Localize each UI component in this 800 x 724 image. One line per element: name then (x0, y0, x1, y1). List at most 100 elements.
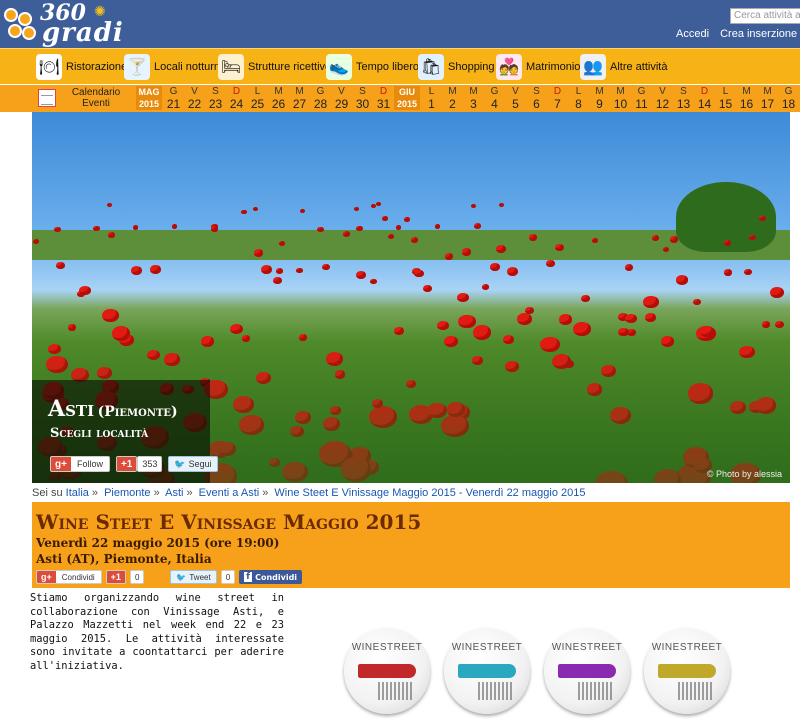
twitter-bird-icon: 🐦 (174, 458, 186, 469)
tweet-count: 0 (220, 570, 236, 584)
login-link[interactable]: Accedi (676, 28, 709, 40)
calendar-day[interactable]: S 13 (673, 86, 694, 110)
calendar-day[interactable]: M2 (442, 86, 463, 110)
category-label: Altre attività (610, 61, 668, 73)
calendar-icon[interactable] (38, 89, 56, 107)
calendar-day[interactable]: V 29 (331, 86, 352, 110)
calendar-day[interactable]: L 25 (247, 86, 268, 110)
calendar-day[interactable]: M 27 (289, 86, 310, 110)
calendar-day[interactable]: G4 (484, 86, 505, 110)
sun-icon: ✺ (94, 4, 106, 20)
calendar-day[interactable]: M9 (589, 86, 610, 110)
calendar-day[interactable]: M 16 (736, 86, 757, 110)
bottle-icon (458, 664, 516, 678)
poppy-flower (32, 238, 40, 244)
calendar-day[interactable]: M3 (463, 86, 484, 110)
create-listing-link[interactable]: Crea inserzione (720, 28, 797, 40)
category-wedding[interactable]: 💑 Matrimonio (496, 49, 580, 85)
calendar-day[interactable]: S 23 (205, 86, 226, 110)
category-nightlife[interactable]: 🍸 Locali notturni (124, 49, 223, 85)
category-leisure[interactable]: 👟 Tempo libero (326, 49, 419, 85)
poppy-flower (675, 274, 688, 285)
poppy-flower (79, 285, 92, 296)
calendar-day[interactable]: S 30 (352, 86, 373, 110)
region-name: (Piemonte) (97, 404, 178, 420)
breadcrumb-event[interactable]: Wine Steet E Vinissage Maggio 2015 - Ven… (274, 487, 585, 499)
gplus-one-button[interactable]: +1 (115, 456, 138, 472)
gplus-follow-button[interactable]: g+ Follow (50, 456, 110, 472)
calendar-day[interactable]: G 28 (310, 86, 331, 110)
poppy-flower (471, 203, 477, 208)
hero-city-title: Asti (Piemonte) (48, 396, 178, 422)
event-share-row: g+ Condividi +1 0 🐦 Tweet 0 f Condividi (36, 570, 303, 584)
calendar-day[interactable]: M 17 (757, 86, 778, 110)
category-restaurants[interactable]: 🍽 Ristorazione (36, 49, 127, 85)
choose-location-link[interactable]: Scegli località (50, 426, 148, 441)
poppy-flower (644, 313, 656, 323)
calendar-day[interactable]: M 10 (610, 86, 631, 110)
facebook-icon: f (244, 572, 253, 582)
search-input[interactable]: Cerca attività a (730, 8, 800, 24)
badge-text: WINESTREET (451, 642, 523, 653)
poppy-flower (414, 269, 424, 277)
calendar-day[interactable]: D 14 (694, 86, 715, 110)
poppy-flower (496, 245, 507, 253)
badge-text: WINESTREET (351, 642, 423, 653)
gplus-one-button[interactable]: +1 (105, 570, 126, 584)
calendar-day[interactable]: L 15 (715, 86, 736, 110)
category-accommodation[interactable]: 🛏 Strutture ricettive (218, 49, 331, 85)
breadcrumb-piemonte[interactable]: Piemonte (104, 487, 150, 499)
calendar-day[interactable]: G 18 (778, 86, 799, 110)
poppy-flower (404, 217, 411, 222)
poppy-flower (743, 268, 752, 276)
calendar-month[interactable]: GIU 2015 (394, 86, 420, 110)
poppy-flower (723, 269, 733, 277)
poppy-flower (356, 225, 363, 231)
event-calendar-strip: Calendario Eventi MAG 2015 G 21 V 22 S 23 D 24 L 25… (0, 84, 800, 112)
badge-item[interactable]: WINESTREET (644, 628, 730, 724)
category-other[interactable]: 👥 Altre attività (580, 49, 667, 85)
hero-banner: Asti (Piemonte) Scegli località g+ Follo… (32, 112, 790, 483)
gplus-share-button[interactable]: g+ Condividi (36, 570, 102, 584)
twitter-follow-button[interactable]: 🐦 Segui (168, 456, 218, 472)
calendar-day[interactable]: M 26 (268, 86, 289, 110)
facebook-share-button[interactable]: f Condividi (239, 570, 303, 584)
breadcrumb-eventi[interactable]: Eventi a Asti (199, 487, 260, 499)
calendar-month[interactable]: MAG 2015 (136, 86, 162, 110)
calendar-day[interactable]: L1 (421, 86, 442, 110)
sneaker-icon: 👟 (326, 54, 352, 80)
poppy-flower (272, 276, 282, 284)
calendar-day[interactable]: V 22 (184, 86, 205, 110)
badge-item[interactable]: WINESTREET (344, 628, 430, 724)
photo-credit: © Photo by alessia (706, 469, 782, 479)
poppy-flower (276, 268, 284, 275)
poppy-flower (651, 235, 659, 242)
calendar-day[interactable]: V 12 (652, 86, 673, 110)
calendar-day[interactable]: G 11 (631, 86, 652, 110)
calendar-day[interactable]: G 21 (163, 86, 184, 110)
gplus-icon: g+ (51, 457, 71, 471)
poppy-flower (723, 240, 732, 246)
category-label: Matrimonio (526, 61, 581, 73)
tweet-button[interactable]: 🐦 Tweet (170, 570, 217, 584)
poppy-flower (93, 226, 100, 232)
poppy-flower (461, 247, 472, 256)
badge-item[interactable]: WINESTREET (544, 628, 630, 724)
site-logo[interactable]: 360 gradi ✺ (4, 0, 134, 48)
calendar-day[interactable]: V5 (505, 86, 526, 110)
badge-item[interactable]: WINESTREET (444, 628, 530, 724)
calendar-day[interactable]: D 31 (373, 86, 394, 110)
badge-text: WINESTREET (551, 642, 623, 653)
category-shopping[interactable]: 🛍 Shopping (418, 49, 495, 85)
breadcrumb-italia[interactable]: Italia (66, 487, 89, 499)
poppy-flower (482, 284, 490, 290)
hero-social-row: g+ Follow +1 353 🐦 Segui (50, 456, 218, 472)
poppy-flower (559, 314, 572, 325)
calendar-day[interactable]: D7 (547, 86, 568, 110)
calendar-day[interactable]: D 24 (226, 86, 247, 110)
calendar-day[interactable]: S6 (526, 86, 547, 110)
breadcrumb-asti[interactable]: Asti (165, 487, 183, 499)
poppy-flower (517, 313, 532, 326)
calendar-day[interactable]: L8 (568, 86, 589, 110)
calendar-label[interactable]: Calendario Eventi (66, 87, 126, 109)
